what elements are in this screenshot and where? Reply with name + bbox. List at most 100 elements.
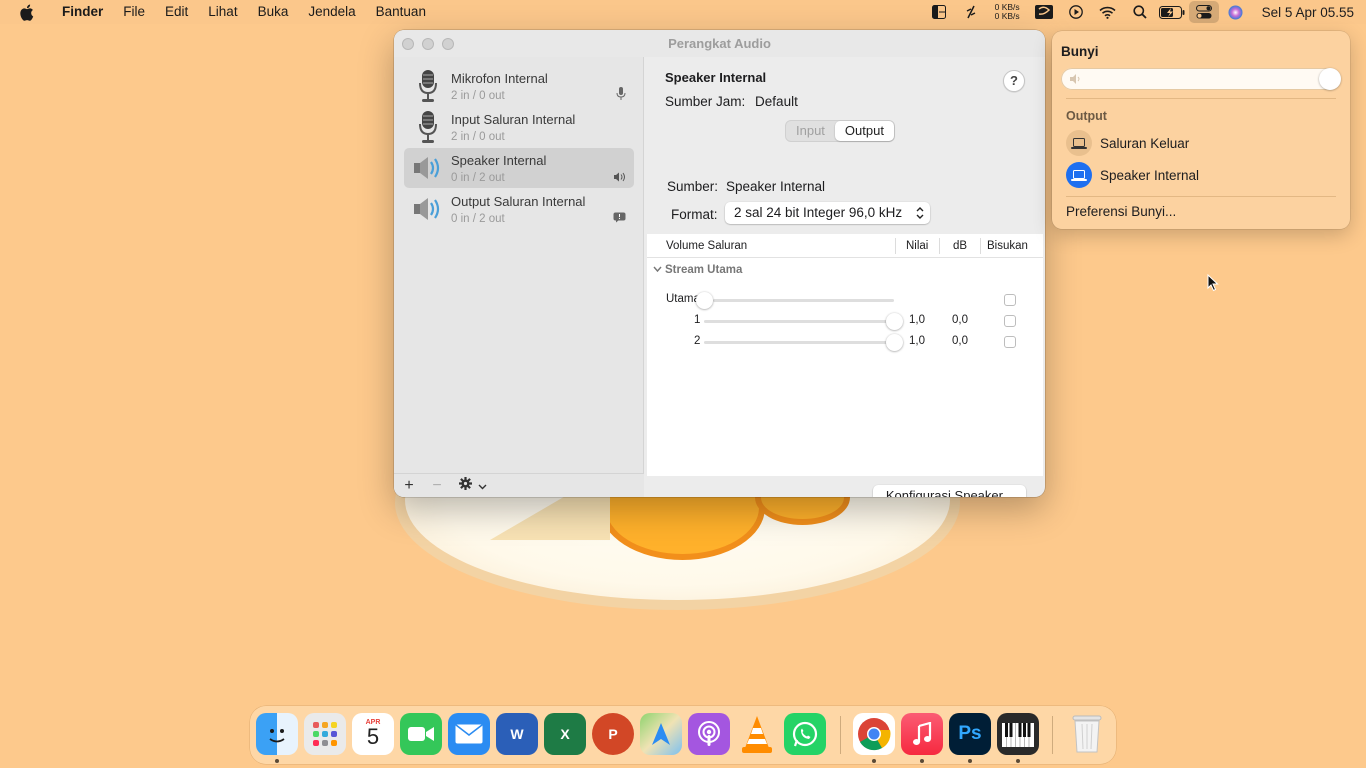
add-device-button[interactable]: + bbox=[395, 477, 423, 495]
window-layout-icon[interactable] bbox=[923, 0, 955, 24]
microphone-icon bbox=[410, 109, 446, 145]
window-titlebar[interactable]: Perangkat Audio bbox=[394, 30, 1045, 57]
remove-device-button[interactable]: − bbox=[423, 477, 451, 495]
dock-piano-icon[interactable] bbox=[997, 713, 1039, 755]
device-item-output-saluran-internal[interactable]: Output Saluran Internal 0 in / 2 out bbox=[404, 189, 634, 229]
volume-slider-knob[interactable] bbox=[886, 334, 903, 351]
dock-whatsapp-icon[interactable] bbox=[784, 713, 826, 755]
dock-excel-icon[interactable]: X bbox=[544, 713, 586, 755]
output-section-label: Output bbox=[1066, 109, 1107, 123]
dock-word-icon[interactable]: W bbox=[496, 713, 538, 755]
channel-db: 0,0 bbox=[952, 314, 968, 326]
apple-menu-icon[interactable] bbox=[0, 4, 52, 21]
stream-label: Stream Utama bbox=[665, 264, 743, 276]
running-indicator bbox=[968, 759, 972, 763]
device-detail-panel: Speaker Internal Sumber Jam: Default ? I… bbox=[645, 57, 1045, 497]
clock-source-value[interactable]: Default bbox=[755, 94, 798, 109]
menu-view[interactable]: Lihat bbox=[198, 0, 247, 24]
network-speed[interactable]: 0 KB/s 0 KB/s bbox=[987, 3, 1028, 21]
mute-checkbox[interactable] bbox=[1004, 315, 1016, 327]
volume-slider[interactable] bbox=[704, 320, 894, 323]
channel-volume-table: Volume Saluran Nilai dB Bisukan Stream U… bbox=[647, 234, 1043, 476]
dock-launchpad-icon[interactable] bbox=[304, 713, 346, 755]
channel-row-main: Utama bbox=[647, 290, 1043, 310]
nvidia-icon[interactable] bbox=[1028, 0, 1060, 24]
channel-value: 1,0 bbox=[909, 335, 925, 347]
speaker-low-icon bbox=[1069, 72, 1083, 90]
dock-powerpoint-icon[interactable]: P bbox=[592, 713, 634, 755]
menubar-clock[interactable]: Sel 5 Apr 05.55 bbox=[1252, 5, 1366, 20]
divider bbox=[1066, 98, 1336, 99]
volume-slider[interactable] bbox=[704, 341, 894, 344]
tab-input[interactable]: Input bbox=[786, 121, 835, 141]
play-icon[interactable] bbox=[1060, 0, 1092, 24]
output-volume-slider[interactable] bbox=[1061, 68, 1341, 90]
volume-slider-knob[interactable] bbox=[696, 292, 713, 309]
dock-vlc-icon[interactable] bbox=[736, 713, 778, 755]
menu-help[interactable]: Bantuan bbox=[366, 0, 436, 24]
stream-group[interactable]: Stream Utama bbox=[653, 264, 742, 276]
audio-devices-window: Perangkat Audio Mikrofon Internal 2 in /… bbox=[394, 30, 1045, 497]
volume-knob[interactable] bbox=[1319, 68, 1341, 90]
control-center-icon[interactable] bbox=[1188, 1, 1219, 23]
output-item-speaker-internal[interactable]: Speaker Internal bbox=[1066, 162, 1199, 188]
dock-podcasts-icon[interactable] bbox=[688, 713, 730, 755]
dock: APR 5 W X P Ps bbox=[250, 706, 1116, 764]
speaker-icon bbox=[410, 191, 446, 227]
menu-go[interactable]: Buka bbox=[248, 0, 299, 24]
format-select[interactable]: 2 sal 24 bit Integer 96,0 kHz bbox=[725, 202, 930, 224]
clock-source-row: Sumber Jam: Default bbox=[665, 94, 798, 109]
sound-preferences-link[interactable]: Preferensi Bunyi... bbox=[1066, 204, 1176, 219]
device-io: 0 in / 2 out bbox=[451, 171, 505, 184]
divider bbox=[1066, 196, 1336, 197]
volume-slider-knob[interactable] bbox=[886, 313, 903, 330]
menu-window[interactable]: Jendela bbox=[298, 0, 365, 24]
laptop-icon bbox=[1066, 162, 1092, 188]
mute-checkbox[interactable] bbox=[1004, 336, 1016, 348]
menu-app-name[interactable]: Finder bbox=[52, 0, 113, 24]
device-item-input-saluran-internal[interactable]: Input Saluran Internal 2 in / 0 out bbox=[404, 107, 634, 147]
device-name: Output Saluran Internal bbox=[451, 193, 586, 209]
device-list: Mikrofon Internal 2 in / 0 out Input Sal… bbox=[394, 57, 644, 497]
dock-photoshop-icon[interactable]: Ps bbox=[949, 713, 991, 755]
menu-edit[interactable]: Edit bbox=[155, 0, 198, 24]
table-header: Volume Saluran Nilai dB Bisukan bbox=[647, 234, 1043, 258]
device-title: Speaker Internal bbox=[665, 70, 767, 85]
device-io: 2 in / 0 out bbox=[451, 130, 505, 143]
chevron-down-icon[interactable] bbox=[473, 477, 491, 495]
wifi-icon[interactable] bbox=[1092, 0, 1124, 24]
menu-file[interactable]: File bbox=[113, 0, 155, 24]
dock-mail-icon[interactable] bbox=[448, 713, 490, 755]
volume-slider[interactable] bbox=[713, 299, 894, 302]
configure-speakers-button[interactable]: Konfigurasi Speaker... bbox=[873, 485, 1026, 497]
battery-icon[interactable] bbox=[1156, 0, 1188, 24]
activity-icon[interactable] bbox=[955, 0, 987, 24]
mouse-cursor-icon bbox=[1207, 273, 1219, 297]
menubar: Finder File Edit Lihat Buka Jendela Bant… bbox=[0, 0, 1366, 24]
siri-icon[interactable] bbox=[1220, 0, 1252, 24]
device-item-mikrofon-internal[interactable]: Mikrofon Internal 2 in / 0 out bbox=[404, 66, 634, 106]
tab-output[interactable]: Output bbox=[834, 121, 894, 141]
dock-trash-icon[interactable] bbox=[1066, 713, 1108, 755]
microphone-icon bbox=[410, 68, 446, 104]
spotlight-icon[interactable] bbox=[1124, 0, 1156, 24]
output-item-saluran-keluar[interactable]: Saluran Keluar bbox=[1066, 130, 1189, 156]
dock-music-icon[interactable] bbox=[901, 713, 943, 755]
clock-source-label: Sumber Jam: bbox=[665, 94, 746, 109]
dock-facetime-icon[interactable] bbox=[400, 713, 442, 755]
format-select-value: 2 sal 24 bit Integer 96,0 kHz bbox=[734, 205, 903, 220]
dock-finder-icon[interactable] bbox=[256, 713, 298, 755]
format-label: Format: bbox=[671, 207, 718, 222]
dock-maps-icon[interactable] bbox=[640, 713, 682, 755]
dock-chrome-icon[interactable] bbox=[853, 713, 895, 755]
device-item-speaker-internal[interactable]: Speaker Internal 0 in / 2 out bbox=[404, 148, 634, 188]
help-button[interactable]: ? bbox=[1003, 70, 1025, 92]
speaker-badge-icon bbox=[613, 169, 626, 187]
channel-row-1: 1 1,0 0,0 bbox=[647, 311, 1043, 331]
channel-name: Utama bbox=[666, 293, 700, 305]
source-value: Speaker Internal bbox=[726, 179, 826, 194]
channel-db: 0,0 bbox=[952, 335, 968, 347]
mute-checkbox[interactable] bbox=[1004, 294, 1016, 306]
popover-title: Bunyi bbox=[1061, 44, 1099, 59]
dock-calendar-icon[interactable]: APR 5 bbox=[352, 713, 394, 755]
